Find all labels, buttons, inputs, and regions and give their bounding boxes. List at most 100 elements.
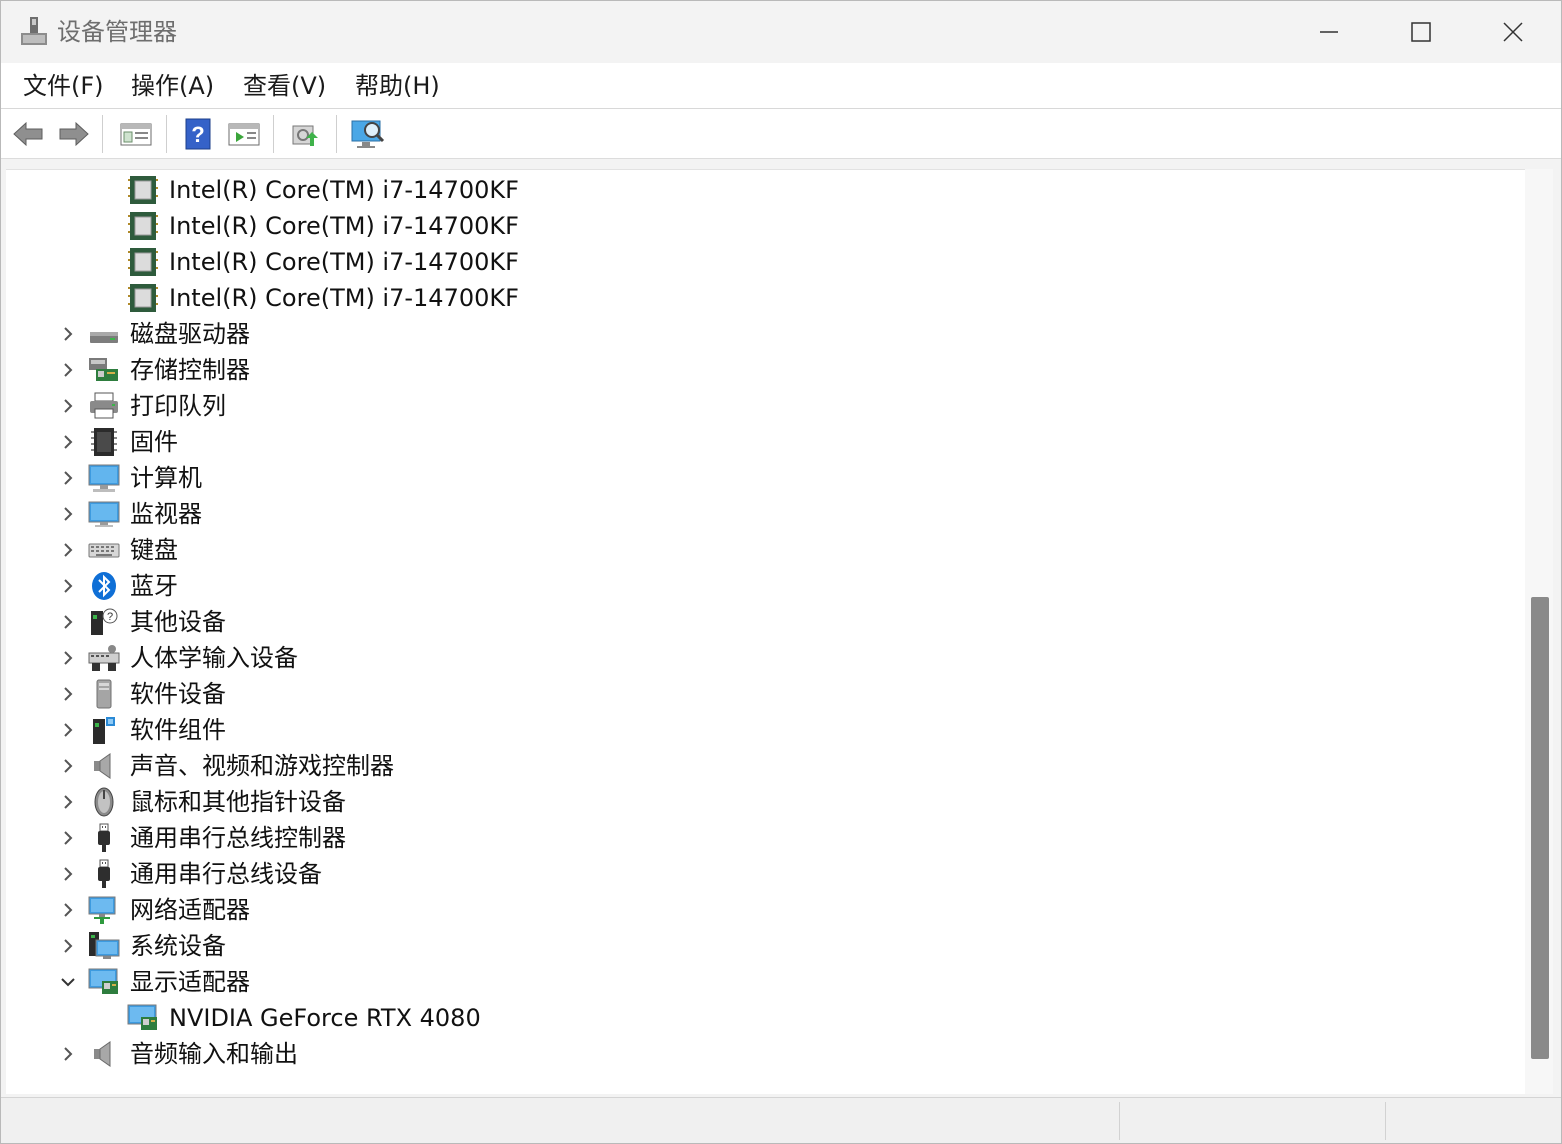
keyboard-icon xyxy=(88,535,120,565)
tree-item-label: 其他设备 xyxy=(130,608,226,636)
chevron-right-icon[interactable] xyxy=(58,1044,78,1064)
tree-item-processor[interactable]: Intel(R) Core(TM) i7-14700KF xyxy=(6,172,1506,208)
tree-item-label: 显示适配器 xyxy=(130,968,250,996)
toolbar-separator xyxy=(102,115,103,153)
chevron-right-icon[interactable] xyxy=(58,900,78,920)
tree-item-label: NVIDIA GeForce RTX 4080 xyxy=(169,1004,481,1032)
chevron-right-icon[interactable] xyxy=(58,576,78,596)
tree-category[interactable]: 存储控制器 xyxy=(6,352,1506,388)
properties-icon xyxy=(120,123,152,146)
tree-item-processor[interactable]: Intel(R) Core(TM) i7-14700KF xyxy=(6,280,1506,316)
tree-category[interactable]: 计算机 xyxy=(6,460,1506,496)
chevron-right-icon[interactable] xyxy=(58,756,78,776)
tree-item-label: 网络适配器 xyxy=(130,896,250,924)
disk-drive-icon xyxy=(88,319,120,349)
tree-item-label: 鼠标和其他指针设备 xyxy=(130,788,346,816)
system-devices-icon xyxy=(88,931,120,961)
tree-category[interactable]: 打印队列 xyxy=(6,388,1506,424)
chevron-right-icon[interactable] xyxy=(58,792,78,812)
tree-category[interactable]: 鼠标和其他指针设备 xyxy=(6,784,1506,820)
chevron-right-icon[interactable] xyxy=(58,324,78,344)
close-button[interactable] xyxy=(1467,1,1559,63)
tree-category[interactable]: 磁盘驱动器 xyxy=(6,316,1506,352)
chevron-right-icon[interactable] xyxy=(58,504,78,524)
menu-help[interactable]: 帮助(H) xyxy=(355,69,440,103)
tree-category[interactable]: ? 其他设备 xyxy=(6,604,1506,640)
scan-hardware-icon xyxy=(351,120,385,148)
tree-category[interactable]: 人体学输入设备 xyxy=(6,640,1506,676)
tree-category[interactable]: 蓝牙 xyxy=(6,568,1506,604)
software-device-icon xyxy=(88,679,120,709)
tree-item-label: 声音、视频和游戏控制器 xyxy=(130,752,394,780)
chevron-right-icon[interactable] xyxy=(58,720,78,740)
tree-item-label: 人体学输入设备 xyxy=(130,644,298,672)
tree-item-processor[interactable]: Intel(R) Core(TM) i7-14700KF xyxy=(6,244,1506,280)
menu-bar: 文件(F) 操作(A) 查看(V) 帮助(H) xyxy=(1,63,1561,109)
tree-category[interactable]: 软件设备 xyxy=(6,676,1506,712)
tree-item-label: 通用串行总线控制器 xyxy=(130,824,346,852)
device-manager-icon xyxy=(21,17,47,45)
display-adapter-icon xyxy=(127,1003,159,1033)
tree-category[interactable]: 网络适配器 xyxy=(6,892,1506,928)
tree-item-gpu[interactable]: NVIDIA GeForce RTX 4080 xyxy=(6,1000,1506,1036)
chevron-right-icon[interactable] xyxy=(58,612,78,632)
device-tree[interactable]: Intel(R) Core(TM) i7-14700KF Intel(R) Cor… xyxy=(6,169,1530,1094)
update-driver-button[interactable] xyxy=(289,117,323,151)
tree-item-label: 蓝牙 xyxy=(130,572,178,600)
tree-category[interactable]: 系统设备 xyxy=(6,928,1506,964)
display-adapter-icon xyxy=(88,967,120,997)
tree-category[interactable]: 通用串行总线设备 xyxy=(6,856,1506,892)
tree-item-label: 音频输入和输出 xyxy=(130,1040,298,1068)
properties-button[interactable] xyxy=(119,117,153,151)
cpu-chip-icon xyxy=(127,211,159,241)
tree-item-label: Intel(R) Core(TM) i7-14700KF xyxy=(169,284,519,312)
chevron-right-icon[interactable] xyxy=(58,648,78,668)
back-button[interactable] xyxy=(11,117,45,151)
usb-icon xyxy=(88,823,120,853)
tree-category[interactable]: 声音、视频和游戏控制器 xyxy=(6,748,1506,784)
minimize-button[interactable] xyxy=(1283,1,1375,63)
tree-item-processor[interactable]: Intel(R) Core(TM) i7-14700KF xyxy=(6,208,1506,244)
scan-hardware-button[interactable] xyxy=(351,117,385,151)
chevron-right-icon[interactable] xyxy=(58,864,78,884)
toolbar-separator xyxy=(336,115,337,153)
tree-item-label: 软件设备 xyxy=(130,680,226,708)
tree-category[interactable]: 键盘 xyxy=(6,532,1506,568)
menu-action[interactable]: 操作(A) xyxy=(131,69,214,103)
vertical-scrollbar-thumb[interactable] xyxy=(1531,597,1549,1059)
menu-view[interactable]: 查看(V) xyxy=(243,69,326,103)
cpu-chip-icon xyxy=(127,175,159,205)
chevron-down-icon[interactable] xyxy=(58,972,78,992)
chevron-right-icon[interactable] xyxy=(58,360,78,380)
tree-item-label: 软件组件 xyxy=(130,716,226,744)
cpu-chip-icon xyxy=(127,247,159,277)
help-button[interactable]: ? xyxy=(181,117,215,151)
chevron-right-icon[interactable] xyxy=(58,828,78,848)
firmware-icon xyxy=(88,427,120,457)
back-arrow-icon xyxy=(13,121,43,147)
chevron-right-icon[interactable] xyxy=(58,468,78,488)
mouse-icon xyxy=(88,787,120,817)
minimize-icon xyxy=(1320,31,1338,33)
forward-button[interactable] xyxy=(57,117,91,151)
svg-text:?: ? xyxy=(191,122,204,147)
tree-category[interactable]: 通用串行总线控制器 xyxy=(6,820,1506,856)
maximize-button[interactable] xyxy=(1375,1,1467,63)
chevron-right-icon[interactable] xyxy=(58,432,78,452)
run-button[interactable] xyxy=(227,117,261,151)
chevron-right-icon[interactable] xyxy=(58,540,78,560)
title-bar[interactable]: 设备管理器 xyxy=(1,1,1561,63)
tree-category[interactable]: 监视器 xyxy=(6,496,1506,532)
window-title: 设备管理器 xyxy=(57,18,177,46)
chevron-right-icon[interactable] xyxy=(58,684,78,704)
toolbar-separator xyxy=(273,115,274,153)
chevron-right-icon[interactable] xyxy=(58,396,78,416)
close-icon xyxy=(1503,22,1523,42)
tree-category[interactable]: 音频输入和输出 xyxy=(6,1036,1506,1072)
run-icon xyxy=(228,123,260,146)
menu-file[interactable]: 文件(F) xyxy=(23,69,104,103)
tree-category[interactable]: 显示适配器 xyxy=(6,964,1506,1000)
chevron-right-icon[interactable] xyxy=(58,936,78,956)
tree-category[interactable]: 固件 xyxy=(6,424,1506,460)
tree-category[interactable]: 软件组件 xyxy=(6,712,1506,748)
